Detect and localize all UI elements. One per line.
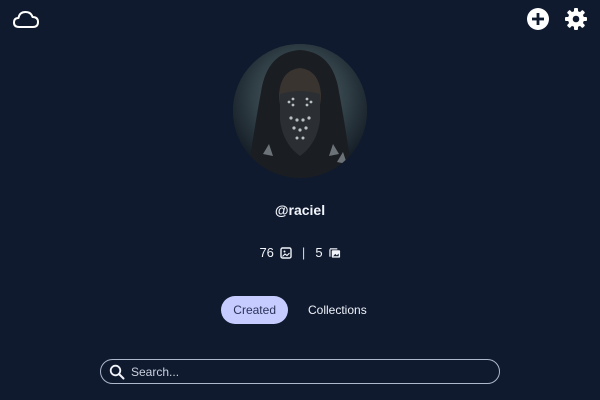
profile-stats: 76 | 5 (0, 245, 600, 260)
profile-page: @raciel 76 | 5 Created Collections (0, 0, 600, 400)
images-count: 76 (259, 245, 274, 260)
add-button[interactable] (526, 7, 550, 31)
search-icon (109, 364, 125, 379)
cloud-icon[interactable] (12, 8, 40, 30)
collections-count: 5 (315, 245, 323, 260)
image-icon (280, 246, 292, 259)
settings-button[interactable] (564, 7, 588, 31)
gear-icon (565, 8, 587, 30)
search-input[interactable] (131, 364, 471, 379)
stats-separator: | (301, 245, 306, 260)
avatar[interactable] (233, 44, 367, 178)
username: @raciel (274, 202, 326, 218)
tab-created[interactable]: Created (221, 296, 288, 324)
header-actions (526, 7, 588, 31)
tab-collections[interactable]: Collections (296, 296, 379, 324)
photo-album-icon (328, 247, 341, 259)
profile-tabs: Created Collections (0, 296, 600, 324)
search-bar[interactable] (100, 359, 500, 384)
add-circle-icon (527, 8, 549, 30)
